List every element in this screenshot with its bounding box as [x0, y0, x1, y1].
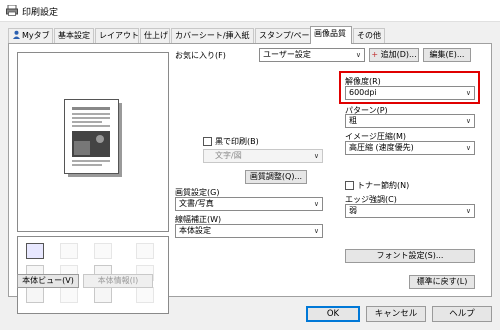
favorites-select[interactable]: ユーザー設定 ∨	[259, 48, 365, 62]
tab-panel: 本体ビュー(V) 本体情報(I) お気に入り(F) ユーザー設定 ∨ + 追加(…	[8, 43, 492, 314]
tab-cover-sheet[interactable]: カバーシート/挿入紙	[171, 28, 254, 43]
tab-strip: Myタブ 基本設定 レイアウト 仕上げ カバーシート/挿入紙 スタンプ/ページ印…	[8, 26, 498, 44]
page-preview	[17, 52, 169, 232]
chevron-down-icon: ∨	[313, 152, 319, 160]
document-preview-icon	[64, 99, 122, 177]
staple-icon	[60, 243, 78, 259]
edge-enhance-select[interactable]: 弱 ∨	[345, 204, 475, 218]
font-settings-button[interactable]: フォント設定(S)...	[345, 249, 475, 263]
grayscale-mode-select: 文字/図 ∨	[203, 149, 323, 163]
punch-icon	[94, 243, 112, 259]
quality-adjust-button[interactable]: 画質調整(Q)...	[245, 170, 307, 184]
restore-defaults-button[interactable]: 標準に戻す(L)	[409, 275, 475, 289]
favorites-label: お気に入り(F)	[175, 51, 226, 60]
tab-other[interactable]: その他	[353, 28, 385, 43]
image-setting-select[interactable]: 文書/写真 ∨	[175, 197, 323, 211]
resolution-highlight	[339, 71, 480, 104]
help-button[interactable]: ヘルプ	[432, 306, 492, 322]
title-bar: 印刷設定	[0, 0, 500, 22]
tab-basic[interactable]: 基本設定	[54, 28, 94, 43]
cancel-button[interactable]: キャンセル	[366, 306, 426, 322]
tab-my-tab[interactable]: Myタブ	[8, 28, 53, 43]
page-print-icon	[136, 287, 154, 303]
black-print-label: 黒で印刷(B)	[215, 137, 259, 146]
black-print-checkbox[interactable]	[203, 137, 212, 146]
overlay-icon	[60, 287, 78, 303]
printer-output-icon[interactable]	[26, 243, 44, 259]
chevron-down-icon: ∨	[465, 144, 471, 152]
add-favorite-button[interactable]: + 追加(D)...	[369, 48, 419, 62]
tab-layout[interactable]: レイアウト	[95, 28, 139, 43]
device-info-button: 本体情報(I)	[83, 274, 153, 288]
chevron-down-icon: ∨	[313, 227, 319, 235]
pattern-select[interactable]: 粗 ∨	[345, 114, 475, 128]
chevron-down-icon: ∨	[465, 207, 471, 215]
device-view-button[interactable]: 本体ビュー(V)	[17, 274, 79, 288]
watermark-icon[interactable]	[94, 287, 112, 303]
person-icon	[13, 30, 20, 39]
tab-image-quality[interactable]: 画像品質	[310, 26, 352, 44]
stamp-icon[interactable]	[26, 287, 44, 303]
chevron-down-icon: ∨	[313, 200, 319, 208]
add-icon: +	[371, 50, 379, 59]
chevron-down-icon: ∨	[355, 51, 361, 59]
compression-select[interactable]: 高圧縮 (速度優先) ∨	[345, 141, 475, 155]
line-width-select[interactable]: 本体設定 ∨	[175, 224, 323, 238]
printer-icon	[6, 5, 18, 16]
toner-save-checkbox[interactable]	[345, 181, 354, 190]
window-title: 印刷設定	[22, 8, 59, 18]
chevron-down-icon: ∨	[465, 117, 471, 125]
ok-button[interactable]: OK	[306, 306, 360, 322]
edit-favorite-button[interactable]: 編集(E)...	[423, 48, 471, 62]
toner-save-label: トナー節約(N)	[357, 181, 410, 190]
finisher-icon	[136, 243, 154, 259]
tab-finishing[interactable]: 仕上げ	[140, 28, 170, 43]
